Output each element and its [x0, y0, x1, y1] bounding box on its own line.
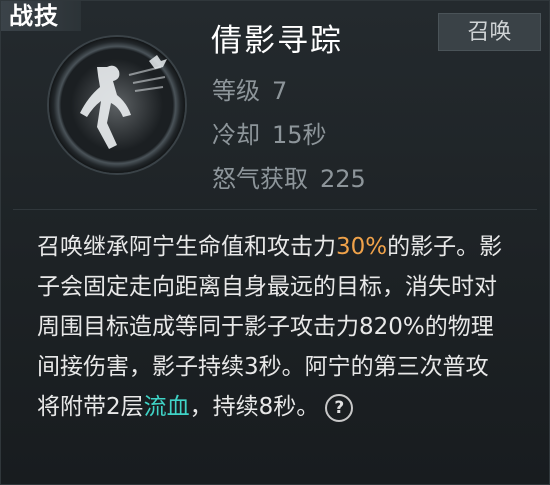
help-icon[interactable]: ? — [325, 393, 354, 422]
description-text-2: 的影子。影子会固定走向距离自身最远的目标，消失时对周围目标造成等同于影子攻击力8… — [37, 234, 503, 420]
stat-cooldown-label: 冷却 — [212, 121, 260, 149]
stat-rage-value: 225 — [320, 165, 366, 193]
description-text-3: ，持续8秒。 — [189, 394, 320, 420]
stat-rage-label: 怒气获取 — [212, 165, 308, 193]
stat-rage: 怒气获取 225 — [212, 159, 366, 194]
skill-tooltip-panel: 战技 倩影寻踪 召唤 等级7 冷却15秒 怒气获取225 召唤继承阿宁生命 — [0, 0, 550, 485]
description-highlight-percent: 30% — [336, 234, 388, 260]
category-tab-label: 战技 — [1, 1, 81, 31]
section-divider — [13, 209, 537, 210]
skill-description: 召唤继承阿宁生命值和攻击力30%的影子。影子会固定走向距离自身最远的目标，消失时… — [37, 227, 507, 427]
stat-level-label: 等级 — [212, 77, 260, 105]
shadow-dash-icon — [71, 55, 167, 151]
stat-level-value: 7 — [272, 77, 288, 105]
stat-cooldown-value: 15秒 — [272, 121, 327, 149]
skill-name: 倩影寻踪 — [211, 23, 343, 59]
skill-icon — [49, 37, 185, 173]
stat-level: 等级 7 — [212, 71, 287, 106]
stat-cooldown: 冷却 15秒 — [212, 115, 327, 150]
skill-type-badge: 召唤 — [438, 13, 541, 51]
description-highlight-bleed[interactable]: 流血 — [144, 394, 190, 420]
description-text-1: 召唤继承阿宁生命值和攻击力 — [37, 234, 336, 260]
